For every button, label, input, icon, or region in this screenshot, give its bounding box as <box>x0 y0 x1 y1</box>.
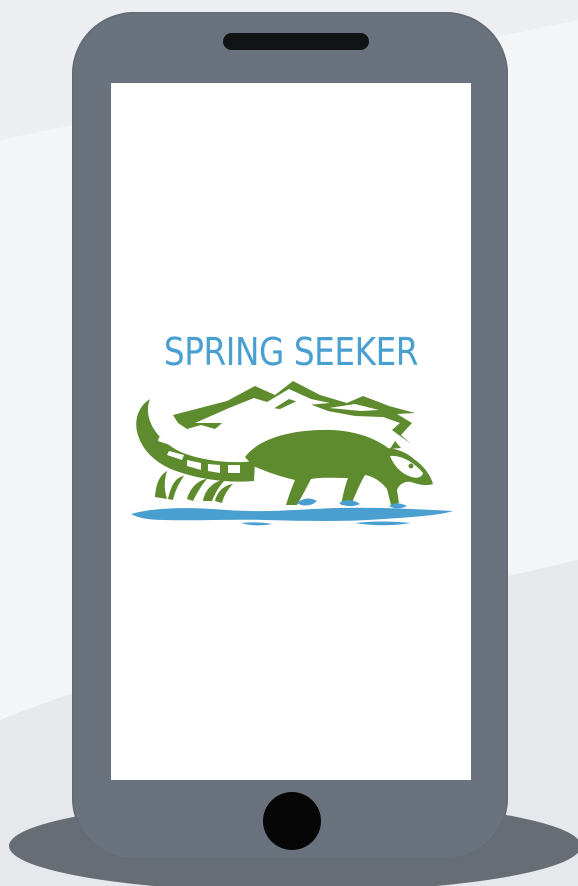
water-icon <box>131 507 453 521</box>
phone-device: SPRING SEEKER <box>72 12 508 860</box>
speaker-slot <box>223 33 369 50</box>
app-title: SPRING SEEKER <box>163 330 419 374</box>
plant-icon <box>155 471 167 499</box>
spring-seeker-logo <box>131 381 453 526</box>
home-button[interactable] <box>263 792 321 850</box>
phone-screen[interactable]: SPRING SEEKER <box>111 83 471 780</box>
coati-eye <box>408 463 414 469</box>
